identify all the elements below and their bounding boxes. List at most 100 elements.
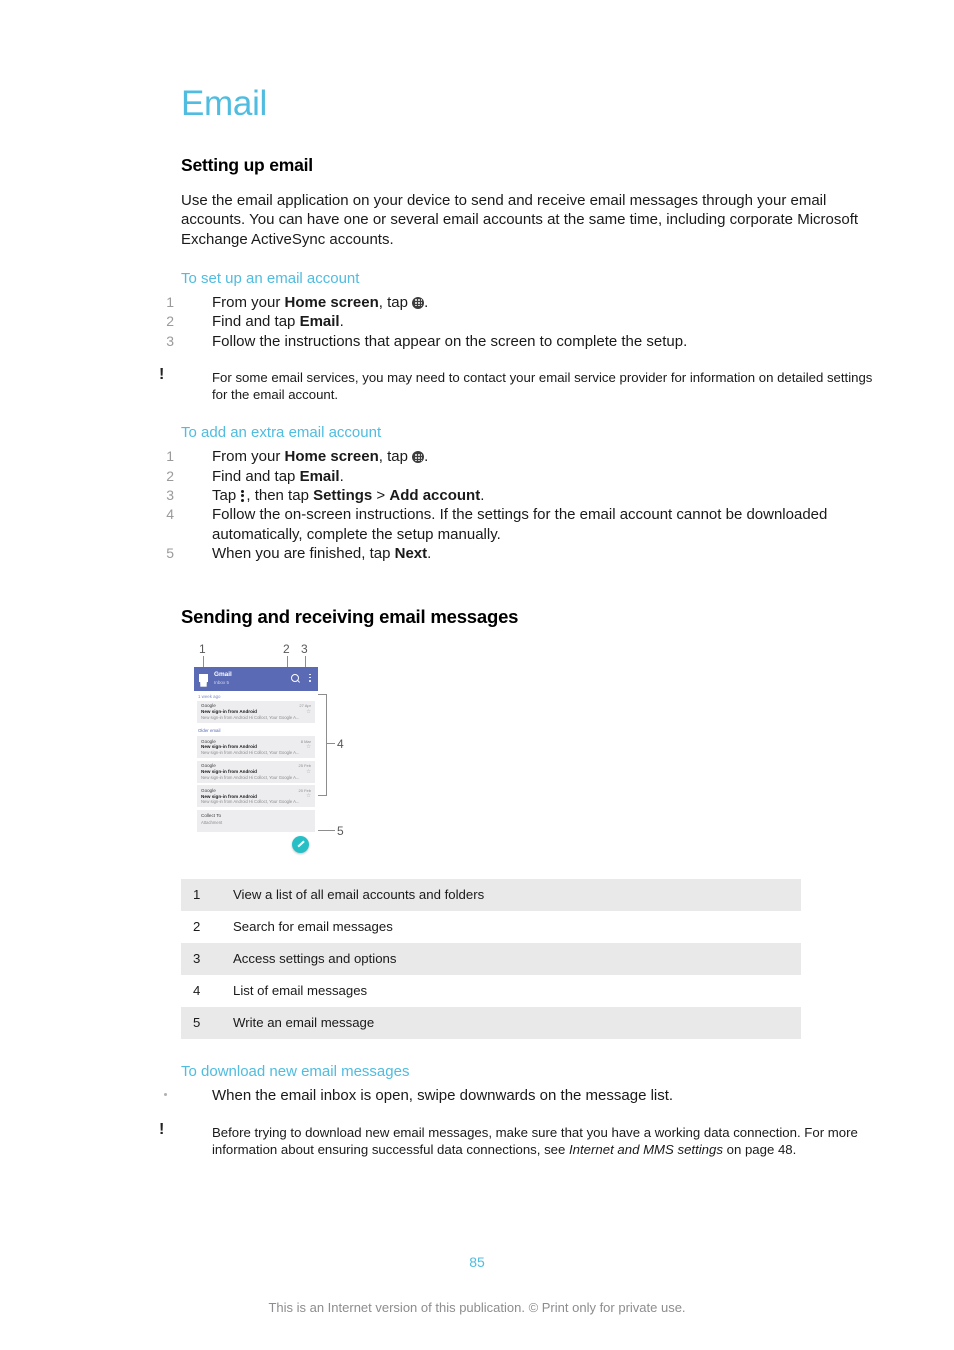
step-number: 1 bbox=[166, 448, 174, 465]
legend-index: 3 bbox=[181, 942, 233, 975]
mail-list-item[interactable]: Google New sign-in from Android New sign… bbox=[197, 736, 315, 759]
legend-description: Search for email messages bbox=[233, 919, 393, 935]
step-text-suffix: . bbox=[424, 293, 429, 311]
callout-bracket-4 bbox=[318, 693, 327, 796]
note-text-part2: on page 48. bbox=[722, 1141, 797, 1157]
mail-subject: New sign-in from Android bbox=[201, 769, 257, 775]
star-icon[interactable]: ☆ bbox=[306, 794, 311, 800]
table-row: 2 Search for email messages bbox=[181, 911, 801, 943]
star-icon[interactable]: ☆ bbox=[306, 709, 311, 716]
step-item: 3 Follow the instructions that appear on … bbox=[166, 332, 881, 351]
mail-subject: New sign-in from Android bbox=[201, 708, 257, 714]
app-bar: Gmail Inbox 5 bbox=[194, 666, 318, 691]
table-row: 5 Write an email message bbox=[181, 1006, 801, 1039]
legend-index: 4 bbox=[193, 983, 201, 999]
step-item: 4 Follow the on-screen instructions. If t… bbox=[166, 505, 881, 544]
step-item: 1 From your Home screen, tap . bbox=[166, 293, 881, 312]
steps-list-setup-account: 1 From your Home screen, tap . 2 Find and … bbox=[166, 293, 881, 351]
star-icon[interactable]: ☆ bbox=[306, 769, 311, 776]
mail-preview: New sign-in from Android Hi Colloct, You… bbox=[201, 714, 300, 720]
mail-sender: Collect To bbox=[201, 813, 222, 819]
step-bold-term-settings: Settings bbox=[313, 486, 373, 504]
figure-email-app-screenshot: 1 2 3 4 5 Gmail Inbox 5 1 week ago Googl… bbox=[185, 642, 525, 857]
star-icon[interactable]: ☆ bbox=[306, 745, 311, 751]
app-drawer-icon bbox=[412, 451, 425, 464]
note-block-setup-account: ! For some email services, you may need t… bbox=[159, 366, 881, 403]
step-bold-term: Email bbox=[299, 313, 340, 331]
step-number: 2 bbox=[166, 467, 174, 484]
bullet-dot-icon bbox=[164, 1092, 167, 1096]
step-item: 5 When you are finished, tap Next. bbox=[166, 544, 881, 563]
bullet-text: When the email inbox is open, swipe down… bbox=[212, 1086, 674, 1104]
section-heading-sending-receiving: Sending and receiving email messages bbox=[181, 605, 519, 627]
step-bold-term: Home screen bbox=[284, 448, 379, 466]
mail-list-item[interactable]: Google New sign-in from Android New sign… bbox=[197, 785, 315, 808]
legend-index: 2 bbox=[193, 919, 201, 935]
list-item: When the email inbox is open, swipe down… bbox=[164, 1086, 881, 1105]
note-block-download-new: ! Before trying to download new email mes… bbox=[159, 1121, 881, 1158]
step-text-prefix: Follow the instructions that appear on t… bbox=[212, 332, 688, 350]
step-text-prefix: Find and tap bbox=[212, 313, 300, 331]
step-number: 1 bbox=[166, 293, 174, 310]
phone-screen-mock: Gmail Inbox 5 1 week ago Google New sign… bbox=[194, 666, 318, 857]
mail-list-item-partial[interactable]: Collect To Attachment bbox=[197, 809, 315, 833]
mail-date: 8 Mar bbox=[300, 738, 311, 744]
page-content: Setting up email Use the email applicati… bbox=[159, 155, 881, 1158]
callout-number-3: 3 bbox=[301, 641, 308, 656]
mail-subject: Attachment bbox=[201, 819, 223, 825]
step-item: 2 Find and tap Email. bbox=[166, 312, 881, 331]
step-text-c: . bbox=[427, 545, 432, 563]
step-bold-term: Email bbox=[299, 467, 340, 485]
callout-leader-4 bbox=[326, 742, 335, 744]
mail-sender: Google bbox=[201, 703, 216, 709]
app-bar-subtitle: Inbox 5 bbox=[214, 679, 230, 685]
step-text-a: When you are finished, tap bbox=[212, 545, 395, 563]
exclamation-icon: ! bbox=[159, 366, 165, 384]
overflow-menu-icon[interactable] bbox=[309, 673, 311, 682]
mail-list-item[interactable]: Google New sign-in from Android New sign… bbox=[197, 760, 315, 783]
section-heading-setting-up-email: Setting up email bbox=[181, 155, 313, 175]
legend-description: Access settings and options bbox=[233, 942, 801, 975]
legend-description: View a list of all email accounts and fo… bbox=[233, 878, 801, 911]
exclamation-icon: ! bbox=[159, 1120, 165, 1138]
overflow-menu-icon bbox=[241, 489, 245, 502]
legend-description: Write an email message bbox=[233, 1006, 801, 1039]
document-page: Email Setting up email Use the email app… bbox=[0, 0, 954, 1350]
mail-sender: Google bbox=[201, 763, 216, 769]
procedure-heading-setup-account: To set up an email account bbox=[181, 269, 360, 287]
step-bold-term: Next bbox=[394, 545, 428, 563]
mail-preview: New sign-in from Android Hi Colloct, You… bbox=[201, 750, 300, 756]
compose-pencil-icon[interactable] bbox=[292, 835, 309, 853]
step-number: 3 bbox=[166, 332, 174, 349]
step-item: 3 Tap , then tap Settings > Add account. bbox=[166, 486, 881, 505]
step-item: 2 Find and tap Email. bbox=[166, 467, 881, 486]
step-number: 2 bbox=[166, 313, 174, 330]
step-text-mid: , tap bbox=[378, 293, 413, 311]
note-text: For some email services, you may need to… bbox=[212, 370, 873, 403]
steps-list-add-extra-account: 1 From your Home screen, tap . 2 Find and … bbox=[166, 447, 881, 563]
step-text-a: From your bbox=[212, 448, 285, 466]
table-row: 1 View a list of all email accounts and … bbox=[181, 878, 801, 911]
step-text-c: . bbox=[424, 448, 429, 466]
table-row: 4 List of email messages bbox=[181, 975, 801, 1007]
step-number: 5 bbox=[166, 545, 174, 562]
search-icon[interactable] bbox=[291, 673, 299, 682]
callout-number-4: 4 bbox=[337, 736, 344, 751]
procedure-heading-add-extra-account: To add an extra email account bbox=[181, 424, 382, 442]
mail-sender: Google bbox=[201, 787, 216, 793]
hamburger-menu-icon[interactable] bbox=[199, 673, 208, 682]
mail-preview: New sign-in from Android Hi Colloct, You… bbox=[201, 799, 300, 805]
table-row: 3 Access settings and options bbox=[181, 942, 801, 975]
step-text-c: . bbox=[480, 486, 485, 504]
step-text-a: Follow the on-screen instructions. If th… bbox=[212, 506, 828, 543]
mail-preview: New sign-in from Android Hi Colloct, You… bbox=[201, 774, 300, 780]
mail-list-item[interactable]: Google New sign-in from Android New sign… bbox=[197, 700, 315, 723]
callout-number-5: 5 bbox=[337, 823, 344, 838]
callout-number-2: 2 bbox=[283, 641, 290, 656]
legend-index: 1 bbox=[181, 878, 233, 911]
mail-subject: New sign-in from Android bbox=[201, 793, 257, 799]
figure-legend-table: 1 View a list of all email accounts and … bbox=[181, 878, 801, 1039]
mail-date: 25 Feb bbox=[298, 763, 311, 769]
step-bold-term-add-account: Add account bbox=[389, 486, 481, 504]
page-number: 85 bbox=[469, 1254, 485, 1270]
